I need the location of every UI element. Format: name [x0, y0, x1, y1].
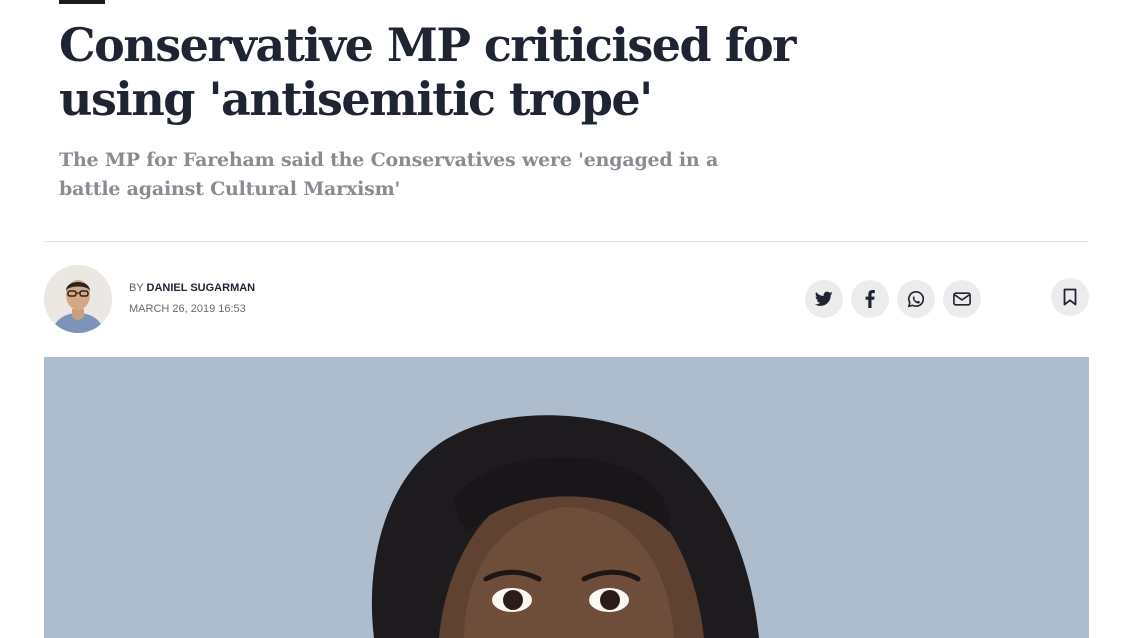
byline: BY DANIEL SUGARMAN — [129, 282, 255, 294]
facebook-icon — [865, 290, 875, 308]
byline-prefix: BY — [129, 282, 144, 294]
twitter-icon — [815, 291, 833, 307]
author-avatar[interactable] — [44, 265, 112, 333]
article-standfirst: The MP for Fareham said the Conservative… — [59, 149, 719, 200]
article-hero-image — [44, 357, 1089, 638]
share-facebook-button[interactable] — [851, 280, 889, 318]
share-whatsapp-button[interactable] — [897, 280, 935, 318]
share-twitter-button[interactable] — [805, 280, 843, 318]
bookmark-button[interactable] — [1051, 278, 1089, 316]
whatsapp-icon — [907, 290, 925, 308]
bookmark-icon — [1063, 288, 1077, 306]
email-icon — [953, 292, 971, 306]
divider — [44, 241, 1089, 242]
publish-date: MARCH 26, 2019 16:53 — [129, 303, 246, 315]
article-headline: Conservative MP criticised for using 'an… — [59, 18, 796, 126]
section-marker — [59, 0, 105, 4]
share-email-button[interactable] — [943, 280, 981, 318]
author-name[interactable]: DANIEL SUGARMAN — [147, 282, 256, 294]
